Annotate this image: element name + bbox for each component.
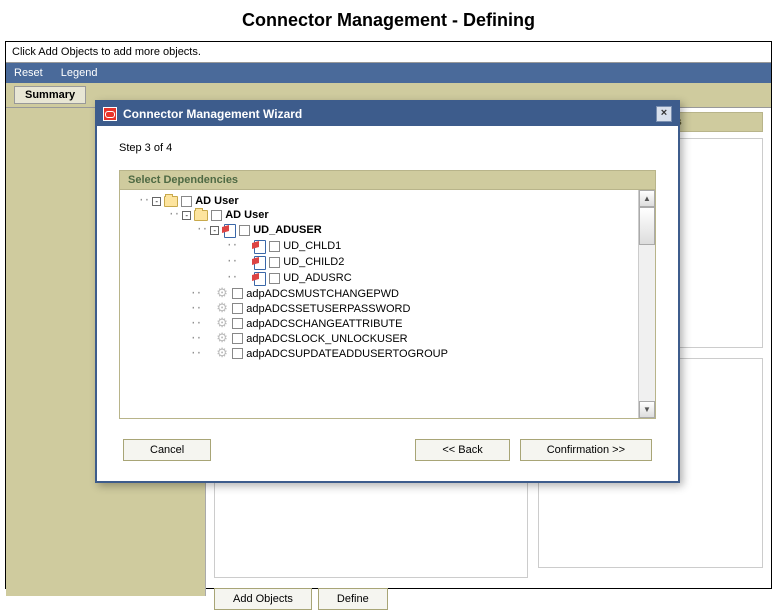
tree-node[interactable]: ··- AD User [138,194,630,208]
collapse-icon[interactable]: - [182,211,191,220]
tree-node[interactable]: ·· UD_CHLD1 [138,238,630,254]
checkbox[interactable] [269,241,280,252]
checkbox[interactable] [232,348,243,359]
tree-node-label: UD_CHLD1 [283,240,341,252]
toolbar: Reset Legend [6,63,771,83]
tree-node[interactable]: ··- AD User [138,208,630,222]
tree-connector: ·· [190,303,201,315]
tree-connector: ·· [226,272,237,284]
tree-node-label: UD_ADUSER [253,224,321,236]
gear-icon [216,347,229,360]
dependency-tree[interactable]: ··-AD User··-AD User··-UD_ADUSER··UD_CHL… [120,190,638,418]
define-button[interactable]: Define [318,588,388,610]
tree-node[interactable]: ·· adpADCSUPDATEADDUSERTOGROUP [138,346,630,361]
dialog-title: Connector Management Wizard [123,107,302,121]
tree-node[interactable]: ·· UD_CHILD2 [138,254,630,270]
gear-icon [216,332,229,345]
scroll-up-button[interactable]: ▲ [639,190,655,207]
tree-node[interactable]: ·· UD_ADUSRC [138,270,630,286]
checkbox[interactable] [232,333,243,344]
page-title: Connector Management - Defining [0,0,777,41]
checkbox[interactable] [232,318,243,329]
checkbox[interactable] [269,273,280,284]
gear-icon [216,287,229,300]
checkbox[interactable] [232,288,243,299]
tree-connector: ·· [226,240,237,252]
legend-button[interactable]: Legend [61,67,98,79]
form-icon [252,271,266,285]
dialog-button-row: Cancel << Back Confirmation >> [119,439,656,461]
collapse-icon[interactable]: - [152,197,161,206]
tree-node[interactable]: ·· adpADCSMUSTCHANGEPWD [138,286,630,301]
tree-connector: ·· [190,348,201,360]
tree-node-label: adpADCSLOCK_UNLOCKUSER [246,333,407,345]
add-objects-button[interactable]: Add Objects [214,588,312,610]
scrollbar-thumb[interactable] [639,207,655,245]
tree-node-label: UD_ADUSRC [283,272,351,284]
gear-icon [216,317,229,330]
tree-node-label: AD User [195,195,238,207]
tree-connector: ·· [196,224,207,236]
form-icon [252,255,266,269]
step-label: Step 3 of 4 [119,142,656,154]
checkbox[interactable] [269,257,280,268]
checkbox[interactable] [181,196,192,207]
tree-node-label: adpADCSUPDATEADDUSERTOGROUP [246,348,448,360]
summary-tab[interactable]: Summary [14,86,86,104]
oracle-icon [103,107,117,121]
tree-connector: ·· [138,195,149,207]
select-dependencies-header: Select Dependencies [120,171,655,190]
tree-node-label: adpADCSCHANGEATTRIBUTE [246,318,402,330]
wizard-dialog: Connector Management Wizard × Step 3 of … [95,100,680,483]
tree-node[interactable]: ·· adpADCSSETUSERPASSWORD [138,301,630,316]
scroll-down-button[interactable]: ▼ [639,401,655,418]
folder-icon [194,210,208,221]
instruction-text: Click Add Objects to add more objects. [6,42,771,63]
back-button[interactable]: << Back [415,439,509,461]
tree-node-label: UD_CHILD2 [283,256,344,268]
tree-node-label: adpADCSSETUSERPASSWORD [246,303,410,315]
checkbox[interactable] [211,210,222,221]
reset-button[interactable]: Reset [14,67,43,79]
tree-node[interactable]: ·· adpADCSCHANGEATTRIBUTE [138,316,630,331]
confirmation-button[interactable]: Confirmation >> [520,439,652,461]
tree-node[interactable]: ·· adpADCSLOCK_UNLOCKUSER [138,331,630,346]
close-icon[interactable]: × [656,106,672,122]
checkbox[interactable] [232,303,243,314]
gear-icon [216,302,229,315]
tree-connector: ·· [168,209,179,221]
dialog-body: Step 3 of 4 Select Dependencies ··-AD Us… [97,126,678,481]
form-icon [222,223,236,237]
dialog-titlebar[interactable]: Connector Management Wizard × [97,102,678,126]
tree-node-label: AD User [225,209,268,221]
checkbox[interactable] [239,225,250,236]
collapse-icon[interactable]: - [210,226,219,235]
cancel-button[interactable]: Cancel [123,439,211,461]
form-icon [252,239,266,253]
scrollbar: ▲ ▼ [638,190,655,418]
tree-node[interactable]: ··- UD_ADUSER [138,222,630,238]
tree-connector: ·· [226,256,237,268]
bottom-button-row: Add Objects Define [214,588,528,610]
tree-connector: ·· [190,333,201,345]
select-dependencies-panel: Select Dependencies ··-AD User··-AD User… [119,170,656,419]
tree-connector: ·· [190,288,201,300]
tree-connector: ·· [190,318,201,330]
tree-node-label: adpADCSMUSTCHANGEPWD [246,288,399,300]
folder-icon [164,196,178,207]
